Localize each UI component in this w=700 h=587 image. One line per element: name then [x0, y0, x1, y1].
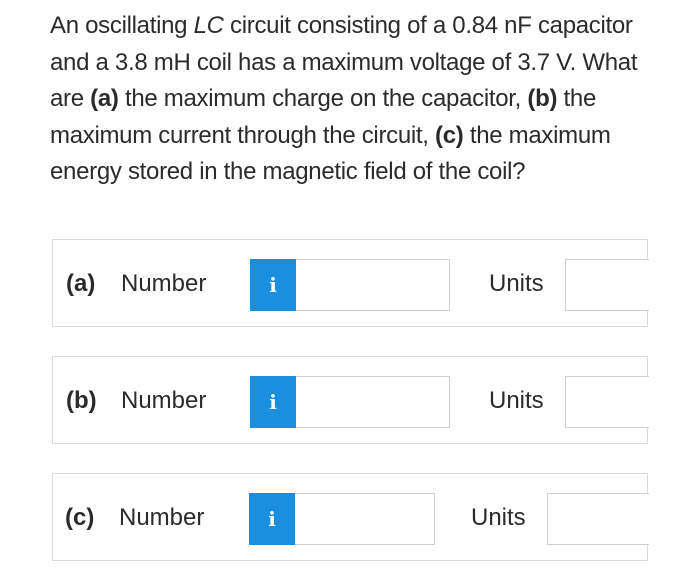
number-input-a[interactable] [296, 259, 450, 311]
question-part-a: (a) [90, 85, 119, 112]
answer-row-b: (b) Number i Units [52, 356, 649, 444]
number-input-c[interactable] [295, 493, 435, 545]
answer-row-a: (a) Number i Units [52, 239, 649, 327]
units-label-b: Units [489, 387, 544, 414]
number-label-a: Number [121, 270, 207, 297]
question-part-c: (c) [435, 121, 464, 149]
answer-tag-c: (c) [65, 504, 95, 531]
question-text: An oscillating LC circuit consisting of … [50, 8, 650, 191]
number-label-c: Number [119, 504, 205, 531]
number-label-b: Number [121, 387, 207, 414]
info-icon[interactable]: i [249, 493, 295, 545]
units-label-a: Units [489, 270, 544, 297]
answer-row-c: (c) Number i Units [52, 473, 649, 561]
answer-tag-b: (b) [66, 387, 97, 414]
question-part-b: (b) [527, 85, 558, 112]
info-icon[interactable]: i [250, 259, 296, 311]
units-select-c[interactable] [547, 493, 649, 545]
question-part: An oscillating [50, 12, 194, 39]
units-label-c: Units [471, 504, 526, 531]
units-select-a[interactable] [565, 259, 649, 311]
question-lc-italic: LC [193, 12, 224, 39]
units-select-b[interactable] [565, 376, 649, 428]
question-part: the maximum charge on the capacitor, [118, 85, 528, 112]
answer-tag-a: (a) [66, 270, 96, 297]
number-input-b[interactable] [296, 376, 450, 428]
info-icon[interactable]: i [250, 376, 296, 428]
